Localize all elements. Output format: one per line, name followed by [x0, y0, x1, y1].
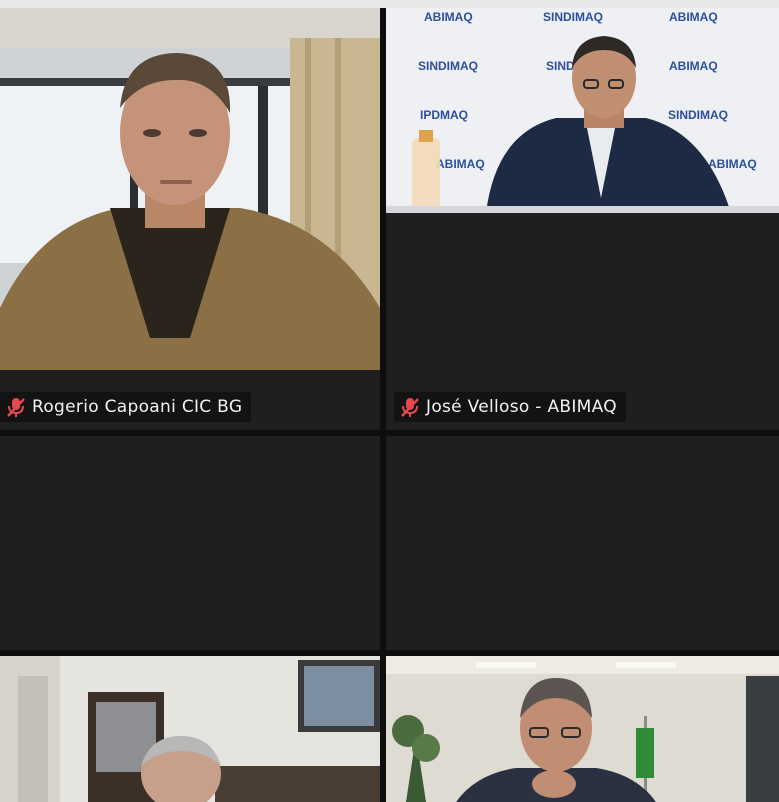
- mic-off-icon: [398, 395, 422, 419]
- backdrop-logo: ABIMAQ: [436, 157, 485, 171]
- mic-off-icon: [4, 395, 28, 419]
- participant-name: Rogerio Capoani CIC BG: [32, 397, 243, 417]
- participant-tile-empty-right[interactable]: [386, 436, 779, 650]
- participant-name-label: Rogerio Capoani CIC BG: [0, 392, 252, 422]
- backdrop-logo: IPDMAQ: [420, 108, 468, 122]
- backdrop-logo: SINDIMAQ: [543, 10, 603, 24]
- backdrop-logo: ABIMAQ: [669, 10, 718, 24]
- participant-video: ABIMAQ SINDIMAQ ABIMAQ SINDIMAQ SINDIMAQ…: [386, 8, 779, 213]
- participant-tile-jose[interactable]: ABIMAQ SINDIMAQ ABIMAQ SINDIMAQ SINDIMAQ…: [386, 8, 779, 430]
- participant-video: [0, 656, 380, 802]
- participant-name-label: José Velloso - ABIMAQ: [394, 392, 626, 422]
- participant-tile-empty-left[interactable]: [0, 436, 380, 650]
- backdrop-logo: ABIMAQ: [708, 157, 757, 171]
- participant-tile-rogerio[interactable]: Rogerio Capoani CIC BG: [0, 8, 380, 430]
- backdrop-logo: SINDIMAQ: [418, 59, 478, 73]
- backdrop-logo: SINDIMAQ: [668, 108, 728, 122]
- backdrop-logo: ABIMAQ: [424, 10, 473, 24]
- participant-video: [386, 656, 779, 802]
- participant-name: José Velloso - ABIMAQ: [426, 397, 617, 417]
- participant-tile-bottom-left[interactable]: [0, 656, 380, 802]
- top-strip: [0, 0, 779, 8]
- participant-video: [0, 8, 380, 370]
- participant-tile-bottom-right[interactable]: [386, 656, 779, 802]
- backdrop-logo: ABIMAQ: [669, 59, 718, 73]
